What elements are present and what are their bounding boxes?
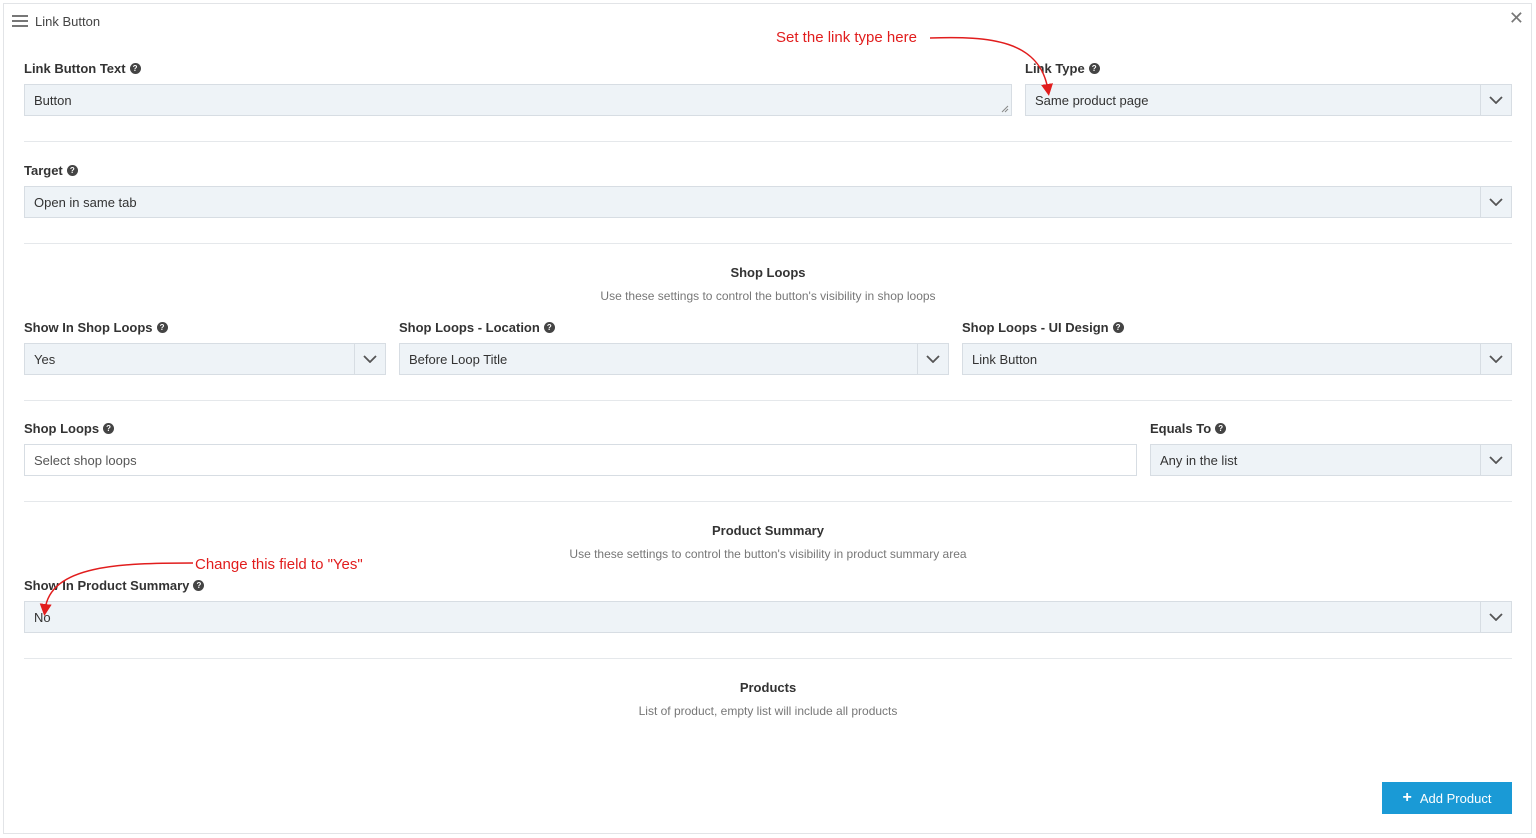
- divider: [24, 400, 1512, 401]
- products-section-description: List of product, empty list will include…: [638, 704, 898, 718]
- divider: [24, 658, 1512, 659]
- link-type-annotation: Set the link type here: [776, 29, 917, 46]
- add-product-label: Add Product: [1419, 790, 1492, 806]
- question-circle-icon: ?: [1112, 322, 1124, 333]
- show-in-shop-loops-label: Show In Shop Loops?: [24, 320, 168, 335]
- divider: [24, 141, 1512, 142]
- divider: [24, 243, 1512, 244]
- product-summary-annotation: Change this field to "Yes": [195, 556, 363, 573]
- link-type-select[interactable]: Same product page: [1025, 84, 1512, 116]
- shop-loops-ui-design-label: Shop Loops - UI Design?: [962, 320, 1124, 335]
- add-product-button[interactable]: + Add Product: [1382, 782, 1512, 814]
- equals-to-label: Equals To?: [1150, 421, 1227, 436]
- chevron-down-icon[interactable]: [917, 344, 948, 374]
- close-icon[interactable]: ✕: [1509, 8, 1524, 28]
- shop-loops-location-label: Shop Loops - Location?: [399, 320, 555, 335]
- question-circle-icon: ?: [156, 322, 168, 333]
- show-in-shop-loops-select[interactable]: Yes: [24, 343, 386, 375]
- panel-title: Link Button: [35, 13, 101, 29]
- shop-loops-section-description: Use these settings to control the button…: [600, 289, 936, 303]
- shop-loops-label: Shop Loops?: [24, 421, 115, 436]
- divider: [24, 501, 1512, 502]
- link-type-label: Link Type?: [1025, 61, 1100, 76]
- question-circle-icon: ?: [103, 423, 115, 434]
- chevron-down-icon[interactable]: [1480, 602, 1511, 632]
- question-circle-icon: ?: [129, 63, 141, 74]
- chevron-down-icon[interactable]: [1480, 344, 1511, 374]
- question-circle-icon: ?: [1215, 423, 1227, 434]
- target-label: Target?: [24, 163, 78, 178]
- shop-loops-location-select[interactable]: Before Loop Title: [399, 343, 949, 375]
- question-circle-icon: ?: [193, 580, 205, 591]
- resize-grip-icon[interactable]: [1001, 105, 1009, 113]
- question-circle-icon: ?: [66, 165, 78, 176]
- chevron-down-icon[interactable]: [1480, 445, 1511, 475]
- product-summary-section-title: Product Summary: [712, 523, 824, 538]
- target-select[interactable]: Open in same tab: [24, 186, 1512, 218]
- link-button-text-field[interactable]: Button: [24, 84, 1012, 116]
- question-circle-icon: ?: [543, 322, 555, 333]
- link-button-text-label: Link Button Text?: [24, 61, 141, 76]
- question-circle-icon: ?: [1088, 63, 1100, 74]
- hamburger-icon[interactable]: [12, 15, 28, 27]
- chevron-down-icon[interactable]: [1480, 85, 1511, 115]
- plus-icon: +: [1402, 789, 1412, 806]
- shop-loops-multiselect[interactable]: Select shop loops: [24, 444, 1137, 476]
- products-section-title: Products: [739, 680, 797, 695]
- shop-loops-ui-design-select[interactable]: Link Button: [962, 343, 1512, 375]
- chevron-down-icon[interactable]: [1480, 187, 1511, 217]
- panel-header: Link Button: [12, 8, 100, 34]
- show-in-product-summary-label: Show In Product Summary?: [24, 578, 205, 593]
- show-in-product-summary-select[interactable]: No: [24, 601, 1512, 633]
- chevron-down-icon[interactable]: [354, 344, 385, 374]
- equals-to-select[interactable]: Any in the list: [1150, 444, 1512, 476]
- shop-loops-section-title: Shop Loops: [730, 265, 806, 280]
